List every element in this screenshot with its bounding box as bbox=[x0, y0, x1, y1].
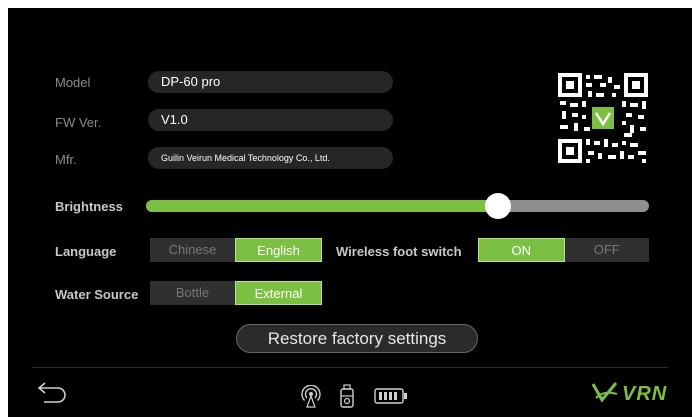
language-option-chinese[interactable]: Chinese bbox=[150, 238, 235, 262]
wireless-signal-icon bbox=[301, 385, 321, 408]
manufacturer-label: Mfr. bbox=[55, 152, 77, 167]
water-source-option-external[interactable]: External bbox=[235, 281, 322, 305]
brightness-label: Brightness bbox=[55, 199, 123, 214]
footer-divider bbox=[32, 367, 668, 368]
vrn-logo-icon bbox=[591, 382, 618, 403]
water-bottle-icon bbox=[340, 384, 354, 408]
fw-version-label: FW Ver. bbox=[55, 115, 102, 130]
fw-version-value: V1.0 bbox=[148, 109, 393, 131]
language-option-english[interactable]: English bbox=[235, 238, 322, 262]
water-source-label: Water Source bbox=[55, 287, 139, 302]
settings-screen: Model DP-60 pro FW Ver. V1.0 Mfr. Guilin… bbox=[8, 8, 692, 417]
brightness-slider[interactable] bbox=[146, 193, 649, 219]
language-label: Language bbox=[55, 244, 117, 259]
language-toggle: Chinese English bbox=[150, 238, 322, 262]
brightness-slider-fill bbox=[146, 200, 499, 212]
vrn-logo-text: VRN bbox=[622, 383, 668, 405]
wireless-foot-switch-label: Wireless foot switch bbox=[336, 244, 462, 259]
qr-code bbox=[556, 71, 650, 165]
restore-factory-settings-button[interactable]: Restore factory settings bbox=[236, 324, 478, 353]
model-value: DP-60 pro bbox=[148, 71, 393, 93]
battery-icon bbox=[374, 388, 407, 404]
wireless-foot-switch-off[interactable]: OFF bbox=[565, 238, 650, 262]
water-source-toggle: Bottle External bbox=[150, 281, 322, 305]
brightness-slider-thumb[interactable] bbox=[485, 193, 512, 219]
wireless-foot-switch-toggle: ON OFF bbox=[478, 238, 649, 262]
back-arrow-icon[interactable] bbox=[36, 377, 70, 403]
wireless-foot-switch-on[interactable]: ON bbox=[478, 238, 565, 262]
manufacturer-value: Guilin Veirun Medical Technology Co., Lt… bbox=[148, 147, 393, 169]
model-label: Model bbox=[55, 75, 91, 90]
water-source-option-bottle[interactable]: Bottle bbox=[150, 281, 235, 305]
